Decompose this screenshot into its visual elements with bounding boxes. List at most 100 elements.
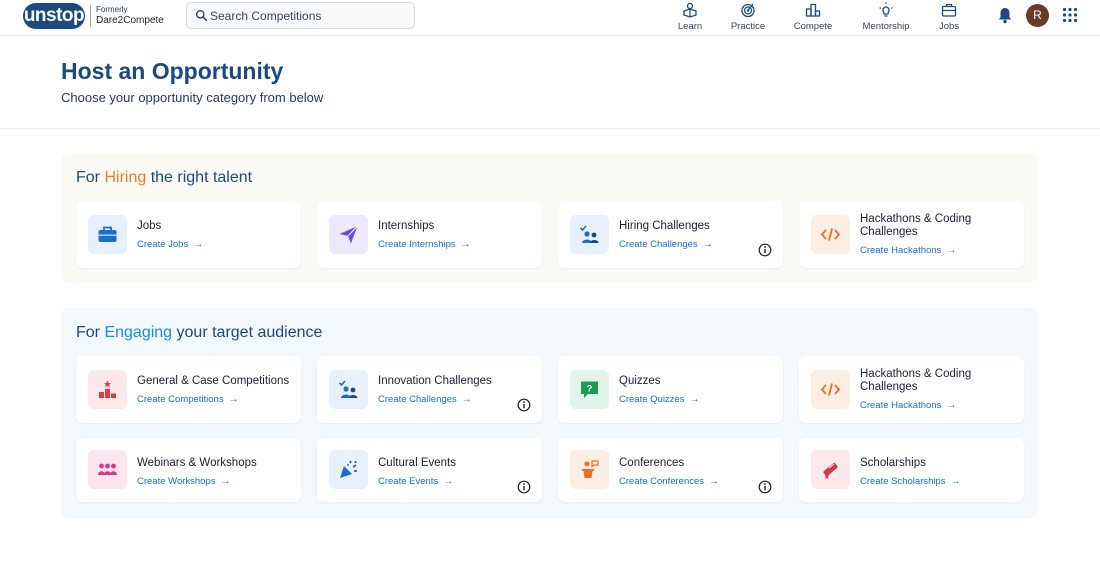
nav-learn-label: Learn	[677, 21, 703, 32]
nav-mentorship[interactable]: Mentorship	[859, 2, 913, 32]
audience-icon	[98, 463, 117, 475]
card-title: Cultural Events	[378, 457, 456, 469]
card-icon-box	[329, 450, 368, 489]
card-cultural-events[interactable]: Cultural Events Create Events →	[317, 438, 542, 502]
arrow-right-icon: →	[946, 400, 957, 411]
card-icon-box	[329, 370, 368, 409]
info-icon[interactable]	[758, 480, 772, 494]
bell-icon[interactable]	[996, 6, 1014, 24]
card-innovation-challenges[interactable]: Innovation Challenges Create Challenges →	[317, 356, 542, 423]
party-popper-icon	[340, 460, 357, 478]
nav-practice-label: Practice	[730, 21, 766, 32]
info-icon[interactable]	[517, 398, 531, 412]
create-conferences-link[interactable]: Create Conferences →	[619, 476, 719, 487]
hiring-section-heading: For Hiring the right talent	[76, 169, 253, 186]
arrow-right-icon: →	[460, 239, 471, 250]
arrow-right-icon: →	[228, 394, 239, 405]
info-icon[interactable]	[758, 243, 772, 257]
search-input[interactable]	[210, 3, 410, 28]
nav-practice[interactable]: Practice	[728, 2, 768, 32]
top-header: unstop Formerly Dare2Compete Learn Pract…	[0, 0, 1100, 36]
create-competitions-link[interactable]: Create Competitions →	[137, 394, 239, 405]
podium-icon	[99, 380, 116, 398]
hiring-section: For Hiring the right talent Jobs Create …	[61, 153, 1038, 283]
svg-text:?: ?	[587, 384, 593, 394]
card-title: Innovation Challenges	[378, 375, 492, 387]
card-quizzes[interactable]: ? Quizzes Create Quizzes →	[558, 356, 783, 423]
create-scholarships-link[interactable]: Create Scholarships →	[860, 476, 961, 487]
apps-grid-icon[interactable]	[1062, 7, 1078, 23]
card-scholarships[interactable]: Scholarships Create Scholarships →	[799, 438, 1024, 502]
card-icon-box	[88, 215, 127, 254]
create-quizzes-link[interactable]: Create Quizzes →	[619, 394, 699, 405]
card-icon-box	[811, 370, 850, 409]
card-hiring-challenges[interactable]: Hiring Challenges Create Challenges →	[558, 201, 783, 268]
card-icon-box	[570, 450, 609, 489]
card-title: General & Case Competitions	[137, 375, 290, 387]
formerly-name: Dare2Compete	[96, 15, 164, 26]
question-bubble-icon: ?	[581, 381, 598, 398]
card-title: Webinars & Workshops	[137, 457, 257, 469]
card-title: Quizzes	[619, 375, 661, 387]
create-hackathons-link[interactable]: Create Hackathons →	[860, 245, 956, 256]
arrow-right-icon: →	[220, 476, 231, 487]
arrow-right-icon: →	[443, 476, 454, 487]
card-icon-box	[811, 450, 850, 489]
arrow-right-icon: →	[709, 476, 720, 487]
mentorship-icon	[879, 2, 893, 17]
unstop-logo[interactable]: unstop	[23, 3, 85, 29]
create-events-link[interactable]: Create Events →	[378, 476, 453, 487]
create-workshops-link[interactable]: Create Workshops →	[137, 476, 231, 487]
card-jobs[interactable]: Jobs Create Jobs →	[76, 201, 301, 268]
paper-plane-icon	[339, 225, 358, 244]
arrow-right-icon: →	[689, 394, 700, 405]
formerly-label: Formerly	[96, 5, 128, 14]
create-internships-link[interactable]: Create Internships →	[378, 239, 471, 250]
code-icon	[820, 228, 841, 241]
card-title: Hiring Challenges	[619, 220, 710, 232]
page-subtitle: Choose your opportunity category from be…	[61, 90, 324, 105]
card-title: Conferences	[619, 457, 685, 469]
card-icon-box	[570, 215, 609, 254]
nav-jobs[interactable]: Jobs	[936, 2, 962, 32]
arrow-right-icon: →	[702, 239, 713, 250]
card-title: Hackathons & Coding Challenges	[860, 368, 972, 393]
card-hackathons-hiring[interactable]: Hackathons & Coding Challenges Create Ha…	[799, 201, 1024, 268]
card-conferences[interactable]: Conferences Create Conferences →	[558, 438, 783, 502]
card-hackathons-engage[interactable]: Hackathons & Coding Challenges Create Ha…	[799, 356, 1024, 423]
card-internships[interactable]: Internships Create Internships →	[317, 201, 542, 268]
practice-icon	[741, 3, 755, 18]
create-hackathons-link[interactable]: Create Hackathons →	[860, 400, 956, 411]
card-icon-box	[88, 450, 127, 489]
create-jobs-link[interactable]: Create Jobs →	[137, 239, 203, 250]
logo-divider	[90, 5, 91, 27]
search-box[interactable]	[186, 2, 415, 29]
nav-jobs-label: Jobs	[938, 21, 960, 32]
compete-icon	[805, 3, 821, 17]
card-title: Scholarships	[860, 457, 926, 469]
title-divider	[0, 128, 1100, 129]
nav-learn[interactable]: Learn	[676, 2, 704, 32]
card-general-competitions[interactable]: General & Case Competitions Create Compe…	[76, 356, 301, 423]
page-title: Host an Opportunity	[61, 58, 284, 84]
create-challenges-link[interactable]: Create Challenges →	[378, 394, 472, 405]
card-icon-box	[329, 215, 368, 254]
engage-highlight: Engaging	[104, 324, 173, 341]
info-icon[interactable]	[517, 480, 531, 494]
card-icon-box	[88, 370, 127, 409]
avatar[interactable]: R	[1026, 4, 1049, 27]
arrow-right-icon: →	[461, 394, 472, 405]
nav-compete[interactable]: Compete	[792, 2, 834, 32]
speaker-podium-icon	[582, 460, 599, 478]
hiring-highlight: Hiring	[104, 169, 147, 186]
learn-icon	[683, 2, 697, 18]
card-title: Jobs	[137, 220, 162, 232]
search-icon	[195, 9, 208, 22]
engage-section-heading: For Engaging your target audience	[76, 324, 323, 341]
create-challenges-link[interactable]: Create Challenges →	[619, 239, 713, 250]
scroll-diploma-icon	[823, 462, 838, 479]
card-title: Hackathons & Coding Challenges	[860, 213, 972, 238]
arrow-right-icon: →	[950, 476, 961, 487]
card-webinars[interactable]: Webinars & Workshops Create Workshops →	[76, 438, 301, 502]
code-icon	[820, 383, 841, 396]
